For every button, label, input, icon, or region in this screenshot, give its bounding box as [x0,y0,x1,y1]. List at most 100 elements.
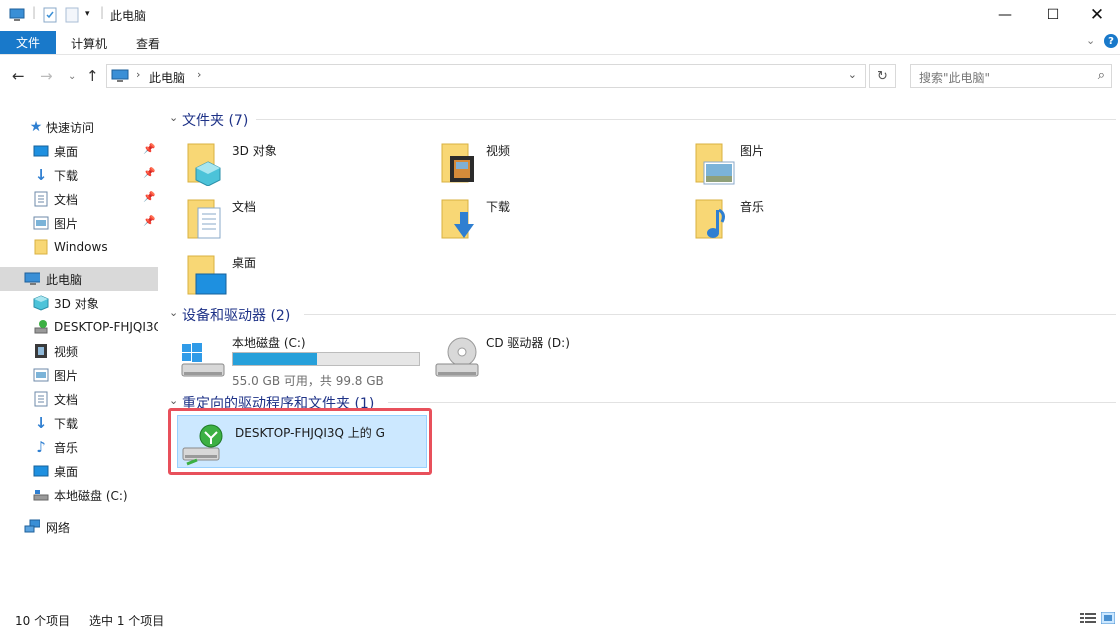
selected-count: 选中 1 个项目 [89,614,165,628]
windows-drive-icon [180,340,225,384]
folder-tile-documents[interactable]: 文档 [164,194,416,250]
sidebar-item-desktop-fhjqi3q[interactable]: DESKTOP-FHJQI3Q [0,315,158,339]
pictures-folder-icon [692,142,736,186]
details-view-icon[interactable] [1080,612,1096,624]
ribbon: 文件 计算机 查看 ⌄ ? [0,30,1120,55]
breadcrumb-this-pc[interactable]: 此电脑 [149,69,185,86]
search-placeholder: 搜索"此电脑" [919,71,991,85]
sidebar-item-desktop-2[interactable]: 桌面 [0,459,158,483]
address-bar[interactable]: › 此电脑 › ⌄ [106,64,866,88]
search-icon[interactable]: ⌕ [1098,68,1105,83]
chevron-down-icon[interactable]: ⌄ [169,111,178,124]
window-title: 此电脑 [110,9,147,23]
music-folder-icon [692,198,736,242]
computer-icon [24,271,40,287]
download-icon: ↓ [34,414,48,432]
group-header-folders[interactable]: ⌄ 文件夹 (7) [164,107,1116,131]
picture-icon [33,367,49,383]
up-arrow-icon[interactable]: ↑ [86,67,99,85]
document-icon [33,391,49,407]
desktop-icon [33,143,49,159]
divider [256,119,1116,120]
refresh-button[interactable]: ↻ [869,64,896,88]
folder-tile-pictures[interactable]: 图片 [672,138,924,194]
minimize-button[interactable]: — [982,0,1028,30]
pin-icon: 📌 [143,216,156,227]
customize-dropdown-icon[interactable]: ▾ [85,9,101,25]
status-bar: 10 个项目 选中 1 个项目 [0,606,1120,629]
sidebar-item-documents-2[interactable]: 文档 [0,387,158,411]
folder-tile-3d-objects[interactable]: 3D 对象 [164,138,416,194]
picture-icon [33,215,49,231]
drive-tile-redirected-g[interactable]: DESKTOP-FHJQI3Q 上的 G [177,415,427,468]
sidebar-item-music[interactable]: ♪ 音乐 [0,435,158,459]
sidebar-item-documents[interactable]: 文档 📌 [0,187,158,211]
sidebar-item-3d-objects[interactable]: 3D 对象 [0,291,158,315]
new-folder-icon[interactable] [64,7,80,23]
download-icon: ↓ [34,166,48,184]
downloads-folder-icon [438,198,482,242]
chevron-down-icon[interactable]: ⌄ [169,394,178,407]
star-icon: ★ [29,119,43,135]
item-count: 10 个项目 [15,614,71,628]
sidebar-item-videos[interactable]: 视频 [0,339,158,363]
sidebar-item-this-pc[interactable]: 此电脑 [0,267,158,291]
forward-arrow-icon[interactable]: → [40,67,53,85]
properties-icon[interactable] [42,7,58,23]
document-icon [33,191,49,207]
divider [388,402,1116,403]
folder-icon [33,239,49,255]
navigation-bar: ← → ⌄ ↑ › 此电脑 › ⌄ ↻ 搜索"此电脑" ⌕ [0,55,1120,99]
3d-objects-folder-icon [184,142,228,187]
ribbon-expand-icon[interactable]: ⌄ [1086,34,1095,47]
sidebar-item-pictures[interactable]: 图片 📌 [0,211,158,235]
drive-tile-cd-drive-d[interactable]: CD 驱动器 (D:) [418,332,670,388]
search-box[interactable]: 搜索"此电脑" ⌕ [910,64,1112,88]
breadcrumb-separator-icon[interactable]: › [197,68,201,81]
local-disk-icon [33,487,49,503]
breadcrumb-separator-icon[interactable]: › [136,68,140,81]
pin-icon: 📌 [143,192,156,203]
network-drive-icon [33,319,49,335]
chevron-down-icon[interactable]: ⌄ [169,306,178,319]
sidebar-item-desktop[interactable]: 桌面 📌 [0,139,158,163]
close-button[interactable]: ✕ [1074,0,1120,30]
redirected-drive-icon [181,422,225,466]
network-icon [24,519,40,535]
sidebar-item-downloads[interactable]: ↓ 下载 📌 [0,163,158,187]
tab-view[interactable]: 查看 [136,35,160,52]
sidebar-item-downloads-2[interactable]: ↓ 下载 [0,411,158,435]
computer-icon [111,69,129,86]
address-dropdown-icon[interactable]: ⌄ [848,68,857,81]
sidebar-item-network[interactable]: 网络 [0,515,158,539]
sidebar-item-windows[interactable]: Windows [0,235,158,259]
video-icon [33,343,49,359]
group-header-devices[interactable]: ⌄ 设备和驱动器 (2) [164,302,1116,326]
drive-usage-fill [233,353,317,365]
large-icons-view-icon[interactable] [1100,611,1116,625]
desktop-folder-icon [184,254,228,298]
file-tab[interactable]: 文件 [0,31,56,54]
maximize-button[interactable]: ☐ [1030,0,1076,30]
folder-tile-videos[interactable]: 视频 [418,138,670,194]
folder-tile-downloads[interactable]: 下载 [418,194,670,250]
sidebar-item-local-disk-c[interactable]: 本地磁盘 (C:) [0,483,158,507]
pin-icon: 📌 [143,168,156,179]
folder-tile-desktop[interactable]: 桌面 [164,250,416,306]
sidebar-item-pictures-2[interactable]: 图片 [0,363,158,387]
back-arrow-icon[interactable]: ← [12,67,25,85]
drive-tile-local-disk-c[interactable]: 本地磁盘 (C:) 55.0 GB 可用，共 99.8 GB [164,332,420,388]
documents-folder-icon [184,198,228,242]
recent-locations-icon[interactable]: ⌄ [68,71,76,82]
folder-tile-music[interactable]: 音乐 [672,194,924,250]
title-bar: | ▾ | 此电脑 — ☐ ✕ [0,0,1120,30]
highlight-frame: DESKTOP-FHJQI3Q 上的 G [168,408,432,475]
sidebar-item-quick-access[interactable]: ★ 快速访问 [0,115,158,139]
cd-drive-icon [434,336,479,380]
help-icon[interactable]: ? [1104,34,1118,48]
desktop-icon [33,463,49,479]
video-folder-icon [438,142,482,186]
navigation-pane: ★ 快速访问 桌面 📌 ↓ 下载 📌 文档 📌 图片 📌 Windows 此电脑… [0,108,158,598]
computer-icon[interactable] [9,7,25,23]
tab-computer[interactable]: 计算机 [71,35,107,52]
